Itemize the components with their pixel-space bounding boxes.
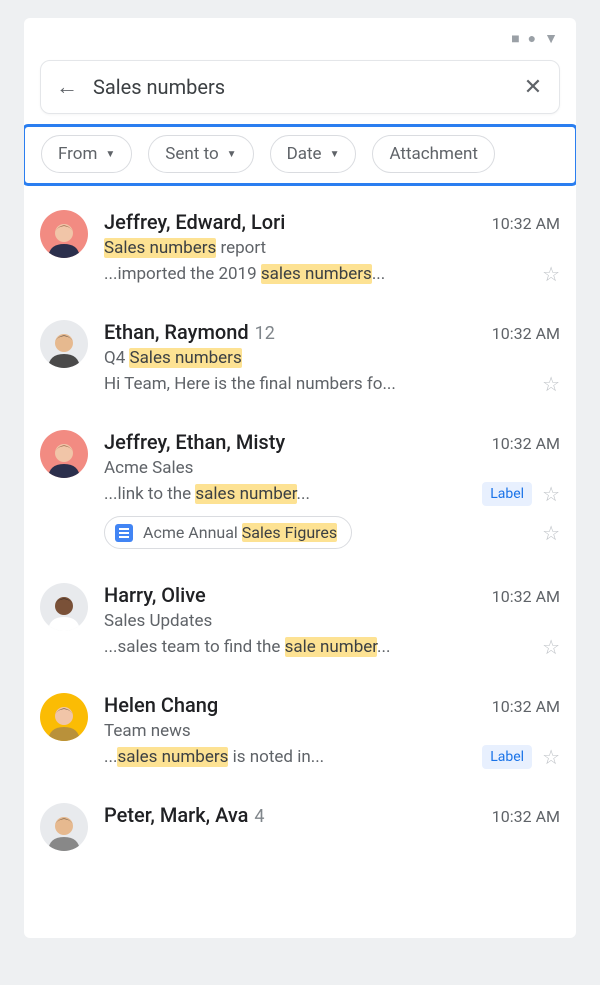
chip-date[interactable]: Date ▼	[270, 135, 357, 173]
search-input[interactable]: Sales numbers	[93, 75, 507, 99]
email-time: 10:32 AM	[492, 807, 560, 826]
email-content: Jeffrey, Edward, Lori 10:32 AM Sales num…	[104, 210, 560, 286]
email-sender: Ethan, Raymond12	[104, 320, 275, 344]
avatar[interactable]	[40, 583, 88, 631]
chip-sent-to-label: Sent to	[165, 144, 218, 164]
attachment-name: Acme Annual Sales Figures	[143, 523, 337, 542]
email-subject: Q4 Sales numbers	[104, 348, 560, 368]
email-content: Jeffrey, Ethan, Misty 10:32 AM Acme Sale…	[104, 430, 560, 549]
email-sender: Peter, Mark, Ava4	[104, 803, 265, 827]
highlight: sale number	[285, 637, 377, 657]
highlight: sales numbers	[117, 747, 228, 767]
circle-icon: ●	[528, 32, 536, 46]
search-bar[interactable]: ← Sales numbers ✕	[40, 60, 560, 114]
email-snippet: ...sales numbers is noted in...	[104, 747, 472, 767]
thread-count: 4	[254, 806, 264, 827]
highlight: Sales numbers	[129, 348, 241, 368]
square-icon: ■	[511, 32, 519, 46]
back-arrow-icon[interactable]: ←	[55, 74, 79, 100]
highlight: sales numbers	[261, 264, 372, 284]
label-badge[interactable]: Label	[482, 745, 532, 769]
star-icon[interactable]: ☆	[542, 482, 560, 506]
filter-chips: From ▼ Sent to ▼ Date ▼ Attachment	[41, 135, 575, 173]
email-time: 10:32 AM	[492, 697, 560, 716]
document-icon	[115, 524, 133, 542]
chip-date-label: Date	[287, 144, 322, 164]
attachment-chip[interactable]: Acme Annual Sales Figures	[104, 516, 352, 549]
email-subject: Sales numbers report	[104, 238, 560, 258]
email-time: 10:32 AM	[492, 434, 560, 453]
triangle-down-icon: ▼	[544, 32, 558, 46]
filter-chips-highlight: From ▼ Sent to ▼ Date ▼ Attachment	[24, 124, 576, 186]
chip-attachment-label: Attachment	[389, 144, 477, 164]
email-subject: Sales Updates	[104, 611, 560, 631]
email-row[interactable]: Helen Chang 10:32 AM Team news ...sales …	[24, 677, 576, 787]
star-icon[interactable]: ☆	[542, 635, 560, 659]
email-row[interactable]: Jeffrey, Ethan, Misty 10:32 AM Acme Sale…	[24, 414, 576, 567]
email-time: 10:32 AM	[492, 214, 560, 233]
app-frame: ■ ● ▼ ← Sales numbers ✕ From ▼ Sent to ▼…	[24, 18, 576, 938]
email-row[interactable]: Peter, Mark, Ava4 10:32 AM	[24, 787, 576, 869]
star-icon[interactable]: ☆	[542, 262, 560, 286]
email-snippet: ...imported the 2019 sales numbers...	[104, 264, 532, 284]
label-badge[interactable]: Label	[482, 482, 532, 506]
email-subject: Team news	[104, 721, 560, 741]
email-sender: Helen Chang	[104, 693, 218, 717]
email-sender: Harry, Olive	[104, 583, 206, 607]
email-content: Ethan, Raymond12 10:32 AM Q4 Sales numbe…	[104, 320, 560, 396]
avatar[interactable]	[40, 320, 88, 368]
chip-attachment[interactable]: Attachment	[372, 135, 494, 173]
chip-sent-to[interactable]: Sent to ▼	[148, 135, 253, 173]
email-content: Peter, Mark, Ava4 10:32 AM	[104, 803, 560, 851]
avatar[interactable]	[40, 693, 88, 741]
thread-count: 12	[255, 323, 275, 344]
email-time: 10:32 AM	[492, 324, 560, 343]
email-snippet: ...link to the sales number...	[104, 484, 472, 504]
email-list: Jeffrey, Edward, Lori 10:32 AM Sales num…	[24, 186, 576, 869]
email-sender: Jeffrey, Ethan, Misty	[104, 430, 285, 454]
email-snippet: Hi Team, Here is the final numbers fo...	[104, 374, 532, 394]
status-icons: ■ ● ▼	[24, 18, 576, 46]
email-content: Harry, Olive 10:32 AM Sales Updates ...s…	[104, 583, 560, 659]
chip-from[interactable]: From ▼	[41, 135, 132, 173]
highlight: sales number	[195, 484, 296, 504]
email-row[interactable]: Harry, Olive 10:32 AM Sales Updates ...s…	[24, 567, 576, 677]
avatar[interactable]	[40, 803, 88, 851]
chevron-down-icon: ▼	[330, 149, 340, 160]
chevron-down-icon: ▼	[105, 149, 115, 160]
chevron-down-icon: ▼	[227, 149, 237, 160]
avatar[interactable]	[40, 210, 88, 258]
email-content: Helen Chang 10:32 AM Team news ...sales …	[104, 693, 560, 769]
avatar[interactable]	[40, 430, 88, 478]
star-icon[interactable]: ☆	[542, 372, 560, 396]
star-icon[interactable]: ☆	[542, 521, 560, 545]
email-row[interactable]: Jeffrey, Edward, Lori 10:32 AM Sales num…	[24, 194, 576, 304]
email-snippet: ...sales team to find the sale number...	[104, 637, 532, 657]
highlight: Sales numbers	[104, 238, 216, 258]
email-time: 10:32 AM	[492, 587, 560, 606]
clear-search-icon[interactable]: ✕	[521, 75, 545, 100]
star-icon[interactable]: ☆	[542, 745, 560, 769]
email-sender: Jeffrey, Edward, Lori	[104, 210, 285, 234]
email-subject: Acme Sales	[104, 458, 560, 478]
highlight: Sales Figures	[242, 523, 337, 542]
email-row[interactable]: Ethan, Raymond12 10:32 AM Q4 Sales numbe…	[24, 304, 576, 414]
chip-from-label: From	[58, 144, 97, 164]
